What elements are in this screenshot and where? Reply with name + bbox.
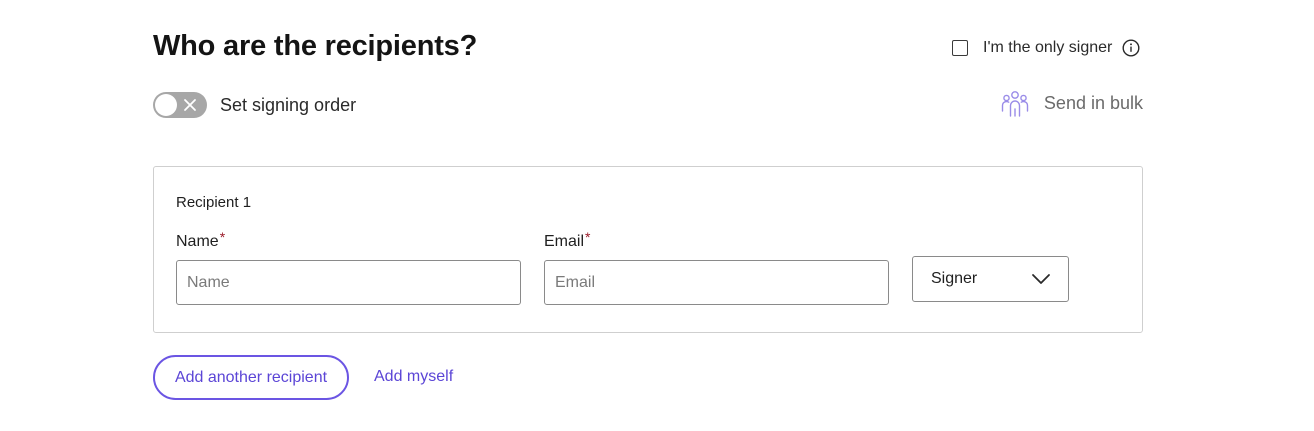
recipient-heading: Recipient 1 xyxy=(176,194,252,211)
only-signer-label[interactable]: I'm the only signer xyxy=(983,39,1112,57)
signing-order-toggle[interactable] xyxy=(153,92,207,118)
signing-order-row: Set signing order xyxy=(153,92,356,118)
chevron-down-icon xyxy=(1032,274,1050,284)
name-label-text: Name xyxy=(176,233,219,250)
only-signer-option[interactable]: I'm the only signer xyxy=(952,37,1140,59)
required-marker: * xyxy=(585,229,591,245)
only-signer-checkbox[interactable] xyxy=(952,40,968,56)
toggle-knob xyxy=(155,94,177,116)
recipients-page: Who are the recipients? I'm the only sig… xyxy=(0,0,1314,431)
page-title: Who are the recipients? xyxy=(153,30,478,62)
recipient-card: Recipient 1 Name* Email* Signer xyxy=(153,166,1143,333)
add-another-recipient-button[interactable]: Add another recipient xyxy=(153,355,349,400)
name-field-label: Name* xyxy=(176,229,225,251)
email-input[interactable] xyxy=(544,260,889,305)
recipient-role-select[interactable]: Signer xyxy=(912,256,1069,302)
role-select-value: Signer xyxy=(931,270,978,287)
required-marker: * xyxy=(219,229,226,245)
name-input[interactable] xyxy=(176,260,521,305)
send-in-bulk-button[interactable]: Send in bulk xyxy=(1000,88,1143,118)
info-icon[interactable] xyxy=(1122,39,1140,57)
email-field-label: Email* xyxy=(544,229,590,251)
add-myself-link[interactable]: Add myself xyxy=(374,368,453,386)
people-group-icon xyxy=(1001,91,1029,117)
send-in-bulk-label[interactable]: Send in bulk xyxy=(1044,93,1143,114)
signing-order-label: Set signing order xyxy=(220,94,357,115)
email-label-text: Email xyxy=(544,233,585,250)
close-icon xyxy=(184,99,196,111)
